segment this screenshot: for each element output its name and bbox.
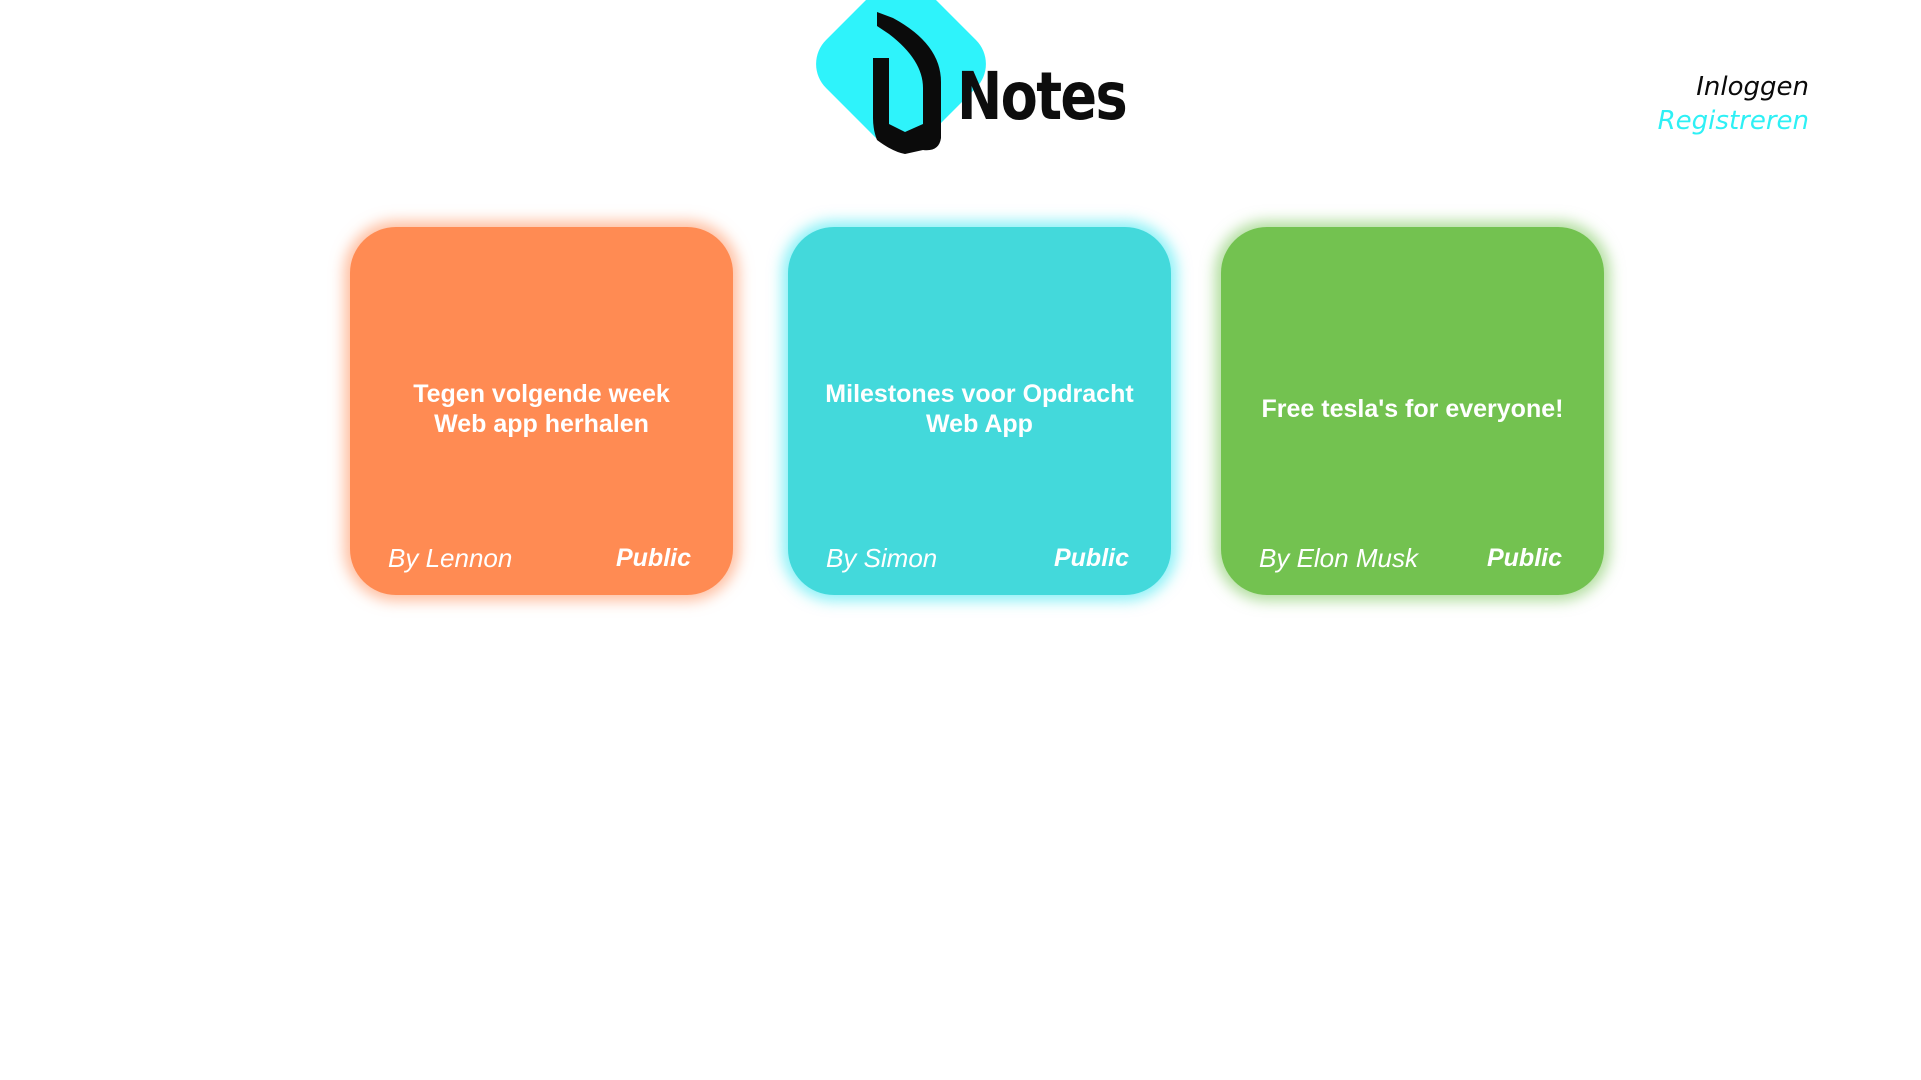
note-visibility-badge: Public	[1053, 544, 1129, 572]
note-visibility-badge: Public	[615, 544, 691, 572]
auth-links: Inloggen Registreren	[1658, 70, 1809, 138]
note-title-line: Web App	[926, 410, 1033, 438]
note-title-line: Tegen volgende week	[413, 380, 670, 408]
note-title: Milestones voor Opdracht Web App	[808, 377, 1151, 441]
note-title-line: Free tesla's for everyone!	[1261, 395, 1564, 423]
note-title-line: Web app herhalen	[434, 410, 649, 438]
note-title: Tegen volgende week Web app herhalen	[370, 377, 713, 441]
note-card[interactable]: Milestones voor Opdracht Web App By Simo…	[788, 227, 1171, 595]
site-logo[interactable]: Notes	[805, 0, 1128, 180]
notes-grid: Tegen volgende week Web app herhalen By …	[0, 227, 1921, 597]
note-title: Free tesla's for everyone!	[1241, 377, 1584, 441]
note-card[interactable]: Tegen volgende week Web app herhalen By …	[350, 227, 733, 595]
login-link[interactable]: Inloggen	[1658, 70, 1809, 104]
note-card[interactable]: Free tesla's for everyone! By Elon Musk …	[1221, 227, 1604, 595]
brand-name: Notes	[957, 58, 1128, 135]
register-link[interactable]: Registreren	[1658, 104, 1809, 138]
note-author: By Simon	[826, 543, 938, 573]
note-title-line: Milestones voor Opdracht	[825, 380, 1134, 408]
note-author: By Lennon	[388, 543, 513, 573]
note-visibility-badge: Public	[1486, 544, 1562, 572]
note-author: By Elon Musk	[1259, 543, 1418, 573]
page: Notes Inloggen Registreren Tegen volgend…	[0, 0, 1921, 1080]
